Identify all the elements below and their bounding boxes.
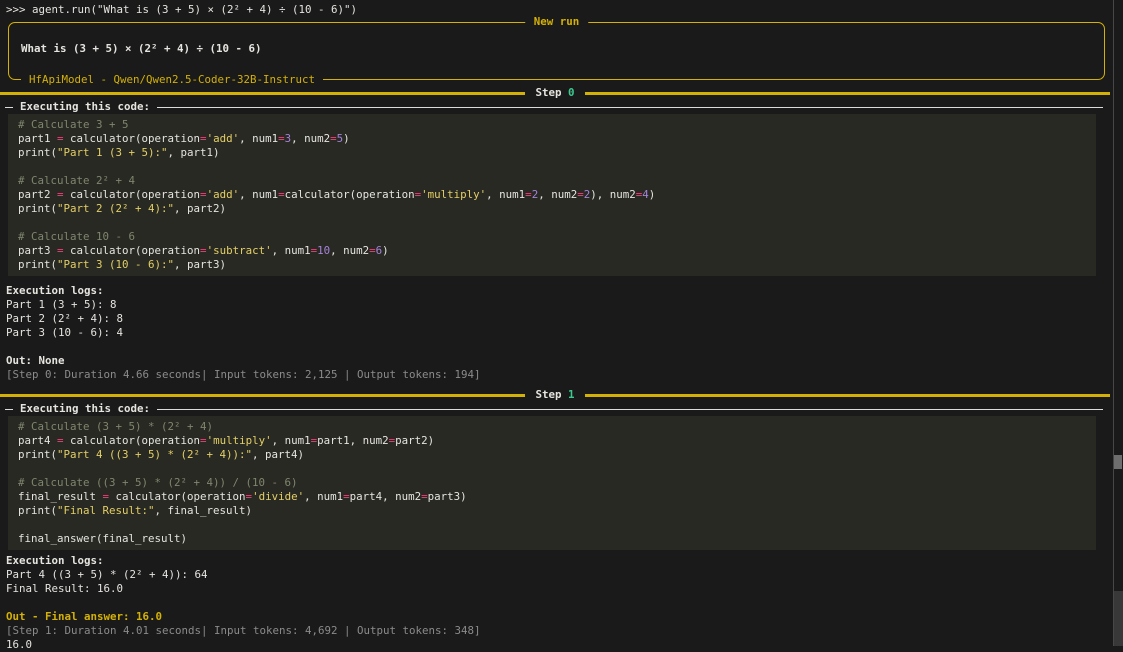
log-line: Final Result: 16.0	[6, 582, 124, 595]
code-line: print("Part 2 (2² + 4):", part2)	[18, 202, 227, 215]
code-line: part1 = calculator(operation='add', num1…	[18, 132, 350, 145]
step-0-number: 0	[568, 86, 575, 99]
executing-code-label: Executing this code:	[20, 402, 151, 415]
execution-log-lines: Part 4 ((3 + 5) * (2² + 4)): 64 Final Res…	[0, 568, 1110, 596]
code-line: final_answer(final_result)	[18, 532, 188, 545]
code-line: final_result = calculator(operation='div…	[18, 490, 467, 503]
scrollbar-thumb[interactable]	[1114, 455, 1122, 469]
rule-bar-left	[0, 91, 526, 95]
step-0-footer: [Step 0: Duration 4.66 seconds| Input to…	[6, 368, 481, 381]
step-1-number: 1	[568, 388, 575, 401]
execution-log-lines: Part 1 (3 + 5): 8 Part 2 (2² + 4): 8 Part …	[0, 298, 1110, 340]
code-line: # Calculate ((3 + 5) * (2² + 4)) / (10 -…	[18, 476, 298, 489]
bottom-right-corner-block	[1114, 591, 1123, 646]
rule-bar-left	[0, 393, 526, 397]
rule-lead-dash	[5, 106, 13, 108]
log-line: Part 3 (10 - 6): 4	[6, 326, 124, 339]
step-1-footer: [Step 1: Duration 4.01 seconds| Input to…	[6, 624, 481, 637]
out-label: Out:	[6, 354, 33, 367]
rule-bar-right	[584, 393, 1110, 397]
rule-tail-line	[157, 106, 1103, 108]
step-0-code-header: Executing this code:	[0, 100, 1110, 114]
code-line: # Calculate 2² + 4	[18, 174, 136, 187]
code-line: print("Part 1 (3 + 5):", part1)	[18, 146, 220, 159]
code-line: # Calculate 3 + 5	[18, 118, 129, 131]
step-1-logs: Execution logs: Part 4 ((3 + 5) * (2² + …	[0, 554, 1110, 652]
final-answer-line: Out - Final answer: 16.0	[6, 610, 163, 623]
code-line: part2 = calculator(operation='add', num1…	[18, 188, 656, 201]
repl-return-value: 16.0	[6, 638, 33, 651]
code-line: # Calculate 10 - 6	[18, 230, 136, 243]
clipped-previous-line	[10, 0, 32, 3]
model-subtitle: HfApiModel - Qwen/Qwen2.5-Coder-32B-Inst…	[21, 73, 324, 87]
log-line: Part 1 (3 + 5): 8	[6, 298, 117, 311]
log-line: Part 2 (2² + 4): 8	[6, 312, 124, 325]
out-line: Out: None	[0, 354, 1110, 368]
new-run-panel: New run What is (3 + 5) × (2² + 4) ÷ (10…	[8, 15, 1105, 87]
code-line: # Calculate (3 + 5) * (2² + 4)	[18, 420, 214, 433]
step-1-code-block: # Calculate (3 + 5) * (2² + 4) part4 = ca…	[8, 416, 1096, 550]
executing-code-label: Executing this code:	[20, 100, 151, 113]
out-value: None	[32, 354, 65, 367]
rule-tail-line	[157, 408, 1103, 410]
step-1-rule: Step 1	[0, 388, 1110, 402]
rule-lead-dash	[5, 408, 13, 410]
execution-logs-header: Execution logs:	[6, 554, 104, 567]
step-0-rule: Step 0	[0, 86, 1110, 100]
step-0-logs: Execution logs: Part 1 (3 + 5): 8 Part 2 …	[0, 284, 1110, 382]
step-0-code-block: # Calculate 3 + 5 part1 = calculator(oper…	[8, 114, 1096, 276]
step-0-label: Step 0	[535, 86, 575, 99]
code-line: print("Final Result:", final_result)	[18, 504, 253, 517]
code-line: part3 = calculator(operation='subtract',…	[18, 244, 389, 257]
pane-separator	[1113, 0, 1114, 646]
terminal-output: >>> agent.run("What is (3 + 5) × (2² + 4…	[0, 0, 1110, 652]
step-1-code-header: Executing this code:	[0, 402, 1110, 416]
code-line: part4 = calculator(operation='multiply',…	[18, 434, 435, 447]
execution-logs-header: Execution logs:	[6, 284, 104, 297]
new-run-panel-title: New run	[524, 15, 589, 29]
code-line: print("Part 4 ((3 + 5) * (2² + 4)):", pa…	[18, 448, 305, 461]
rule-bar-right	[584, 91, 1110, 95]
code-line: print("Part 3 (10 - 6):", part3)	[18, 258, 227, 271]
step-1-label: Step 1	[535, 388, 575, 401]
log-line: Part 4 ((3 + 5) * (2² + 4)): 64	[6, 568, 208, 581]
